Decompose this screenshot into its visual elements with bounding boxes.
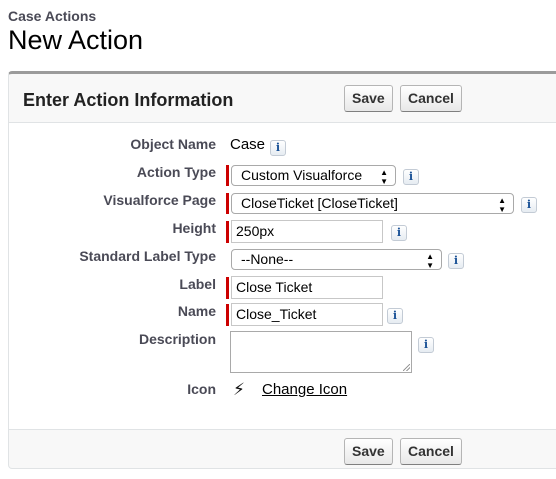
- height-input[interactable]: 250px: [231, 220, 383, 243]
- description-info-icon[interactable]: i: [418, 337, 434, 353]
- name-required-marker: [226, 304, 229, 326]
- form-body: Object Name Case i Action Type Custom Vi…: [9, 123, 556, 429]
- action-type-select[interactable]: Custom Visualforce ▲ ▼: [231, 165, 396, 186]
- icon-label: Icon: [187, 381, 216, 397]
- cancel-button-top[interactable]: Cancel: [400, 85, 462, 112]
- label-input[interactable]: Close Ticket: [231, 276, 383, 299]
- standard-label-type-selected-value: --None--: [241, 251, 294, 267]
- action-form-panel: Enter Action Information Save Cancel Obj…: [8, 71, 556, 469]
- lightning-bolt-icon: ⚡: [233, 380, 245, 399]
- object-name-info-icon[interactable]: i: [270, 140, 286, 156]
- name-info-icon[interactable]: i: [387, 308, 403, 324]
- label-required-marker: [226, 277, 229, 299]
- action-type-label: Action Type: [136, 164, 216, 180]
- save-button-top[interactable]: Save: [344, 85, 393, 112]
- select-arrows-icon: ▲ ▼: [380, 168, 388, 186]
- description-label: Description: [138, 331, 216, 347]
- select-arrows-icon: ▲ ▼: [426, 252, 434, 270]
- name-input[interactable]: Close_Ticket: [231, 303, 383, 326]
- page-title: New Action: [8, 25, 144, 55]
- breadcrumb: Case Actions: [8, 8, 97, 24]
- action-type-info-icon[interactable]: i: [403, 169, 419, 185]
- name-field-label: Name: [177, 303, 216, 319]
- label-field-label: Label: [179, 276, 216, 292]
- select-arrows-icon: ▲ ▼: [498, 196, 506, 214]
- visualforce-page-select[interactable]: CloseTicket [CloseTicket] ▲ ▼: [231, 193, 514, 214]
- visualforce-page-info-icon[interactable]: i: [521, 197, 537, 213]
- visualforce-page-label: Visualforce Page: [103, 192, 216, 208]
- height-label: Height: [172, 220, 216, 236]
- panel-title: Enter Action Information: [23, 90, 234, 110]
- panel-footer: Save Cancel: [9, 429, 556, 468]
- visualforce-page-selected-value: CloseTicket [CloseTicket]: [241, 195, 398, 211]
- change-icon-link[interactable]: Change Icon: [262, 381, 347, 398]
- action-type-selected-value: Custom Visualforce: [241, 167, 363, 183]
- save-button-bottom[interactable]: Save: [344, 438, 393, 465]
- panel-header: Enter Action Information Save Cancel: [9, 74, 556, 123]
- description-textarea[interactable]: [230, 331, 412, 373]
- visualforce-page-required-marker: [226, 193, 229, 214]
- object-name-label: Object Name: [130, 136, 216, 152]
- page-header: Case Actions New Action: [8, 8, 143, 55]
- height-required-marker: [226, 221, 229, 243]
- object-name-value: Case: [230, 136, 266, 153]
- action-type-required-marker: [226, 165, 229, 186]
- cancel-button-bottom[interactable]: Cancel: [400, 438, 462, 465]
- standard-label-type-select[interactable]: --None-- ▲ ▼: [231, 249, 442, 270]
- height-info-icon[interactable]: i: [391, 225, 407, 241]
- standard-label-type-label: Standard Label Type: [79, 248, 216, 264]
- standard-label-type-info-icon[interactable]: i: [448, 253, 464, 269]
